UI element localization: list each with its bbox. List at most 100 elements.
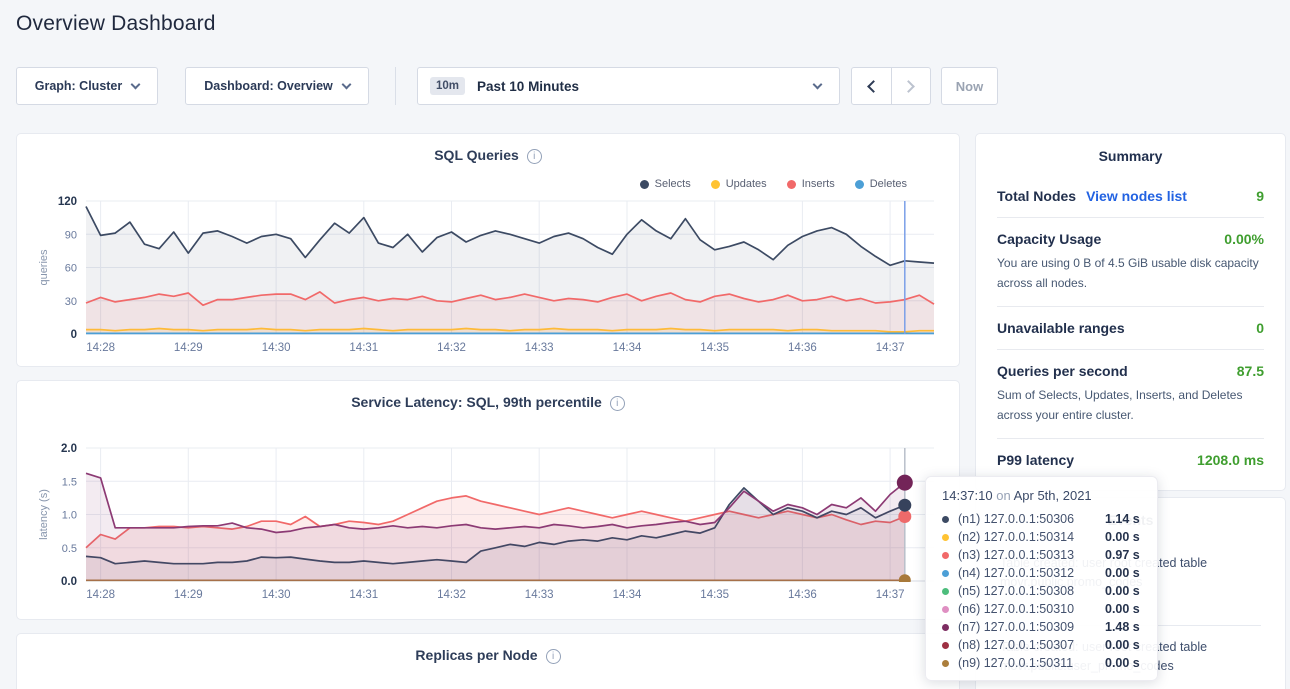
node-latency-value: 1.14 s — [1105, 512, 1140, 526]
svg-text:14:35: 14:35 — [700, 342, 729, 354]
overview-dashboard-page: Overview Dashboard Graph: Cluster Dashbo… — [0, 0, 1290, 689]
summary-panel: Summary Total Nodes View nodes list 9 Ca… — [975, 133, 1286, 491]
svg-text:14:29: 14:29 — [174, 342, 203, 354]
tooltip-node-row: (n2) 127.0.0.1:503140.00 s — [942, 528, 1141, 546]
tooltip-node-row: (n7) 127.0.0.1:503091.48 s — [942, 618, 1141, 636]
capacity-usage-value: 0.00% — [1224, 231, 1264, 247]
chart-title-text: SQL Queries — [434, 147, 519, 163]
node-address: (n7) 127.0.0.1:50309 — [958, 620, 1105, 634]
chevron-left-icon — [867, 80, 880, 93]
legend-label: Deletes — [870, 178, 907, 190]
svg-text:14:30: 14:30 — [262, 342, 291, 354]
dashboard-dropdown[interactable]: Dashboard: Overview — [185, 67, 369, 105]
unavailable-ranges-label: Unavailable ranges — [997, 320, 1125, 336]
summary-row-capacity: Capacity Usage 0.00% You are using 0 B o… — [997, 231, 1264, 293]
time-next-button[interactable] — [892, 68, 931, 104]
tooltip-node-row: (n8) 127.0.0.1:503070.00 s — [942, 636, 1141, 654]
capacity-usage-desc: You are using 0 B of 4.5 GiB usable disk… — [997, 253, 1264, 293]
svg-text:0.5: 0.5 — [62, 543, 77, 555]
svg-text:14:37: 14:37 — [876, 589, 905, 601]
time-prev-button[interactable] — [852, 68, 892, 104]
info-icon[interactable]: i — [610, 396, 625, 411]
replicas-per-node-title: Replicas per Node i — [17, 647, 959, 664]
svg-text:14:36: 14:36 — [788, 589, 817, 601]
svg-text:latency (s): latency (s) — [38, 489, 50, 540]
sql-queries-chart[interactable]: 030609012014:2814:2914:3014:3114:3214:33… — [17, 196, 961, 361]
summary-divider — [997, 438, 1264, 439]
unavailable-ranges-value: 0 — [1256, 320, 1264, 336]
tooltip-date: Apr 5th, 2021 — [1014, 488, 1092, 503]
time-nav-group — [851, 67, 931, 105]
svg-text:14:32: 14:32 — [437, 342, 466, 354]
svg-text:queries: queries — [38, 249, 50, 286]
svg-text:14:33: 14:33 — [525, 589, 554, 601]
node-color-dot — [942, 606, 949, 613]
node-latency-value: 0.00 s — [1105, 584, 1140, 598]
graph-dropdown[interactable]: Graph: Cluster — [16, 67, 158, 105]
time-range-dropdown[interactable]: 10m Past 10 Minutes — [417, 67, 840, 105]
legend-dot — [711, 180, 720, 189]
legend-dot — [787, 180, 796, 189]
service-latency-card: Service Latency: SQL, 99th percentilei 0… — [16, 380, 960, 620]
sql-queries-title: SQL Queries i — [17, 147, 959, 164]
node-latency-value: 0.00 s — [1105, 530, 1140, 544]
chart-hover-tooltip: 14:37:10 on Apr 5th, 2021 (n1) 127.0.0.1… — [925, 476, 1158, 681]
svg-text:14:29: 14:29 — [174, 589, 203, 601]
info-icon[interactable]: i — [546, 649, 561, 664]
node-address: (n6) 127.0.0.1:50310 — [958, 602, 1105, 616]
service-latency-title: Service Latency: SQL, 99th percentilei — [17, 394, 959, 411]
node-color-dot — [942, 516, 949, 523]
capacity-usage-label: Capacity Usage — [997, 231, 1101, 247]
node-color-dot — [942, 624, 949, 631]
summary-row-unavailable-ranges: Unavailable ranges 0 — [997, 320, 1264, 336]
chart-title-text: Replicas per Node — [415, 647, 537, 663]
now-button[interactable]: Now — [941, 67, 998, 105]
node-latency-value: 0.00 s — [1105, 638, 1140, 652]
graph-dropdown-label: Graph: Cluster — [35, 79, 123, 93]
svg-text:1.5: 1.5 — [62, 476, 77, 488]
node-latency-value: 0.00 s — [1105, 602, 1140, 616]
p99-latency-label: P99 latency — [997, 452, 1074, 468]
node-address: (n5) 127.0.0.1:50308 — [958, 584, 1105, 598]
node-address: (n8) 127.0.0.1:50307 — [958, 638, 1105, 652]
chevron-down-icon — [341, 80, 351, 90]
svg-text:14:34: 14:34 — [613, 342, 642, 354]
info-icon[interactable]: i — [527, 149, 542, 164]
svg-text:14:31: 14:31 — [349, 342, 378, 354]
legend-item-selects[interactable]: Selects — [640, 178, 691, 190]
queries-per-second-label: Queries per second — [997, 363, 1128, 379]
node-address: (n3) 127.0.0.1:50313 — [958, 548, 1105, 562]
service-latency-chart[interactable]: 0.00.51.01.52.014:2814:2914:3014:3114:32… — [17, 443, 961, 608]
legend-label: Inserts — [802, 178, 835, 190]
node-color-dot — [942, 552, 949, 559]
summary-row-qps: Queries per second 87.5 Sum of Selects, … — [997, 363, 1264, 425]
chevron-down-icon — [131, 80, 141, 90]
replicas-per-node-card: Replicas per Node i — [16, 633, 960, 689]
time-range-badge: 10m — [430, 77, 465, 95]
node-latency-value: 0.00 s — [1105, 656, 1140, 670]
toolbar-divider — [395, 67, 396, 105]
tooltip-timestamp: 14:37:10 on Apr 5th, 2021 — [942, 488, 1141, 503]
summary-row-p99: P99 latency 1208.0 ms — [997, 452, 1264, 468]
chevron-down-icon — [813, 80, 823, 90]
queries-per-second-value: 87.5 — [1237, 363, 1264, 379]
node-latency-value: 1.48 s — [1105, 620, 1140, 634]
view-nodes-list-link[interactable]: View nodes list — [1086, 188, 1187, 204]
svg-text:14:37: 14:37 — [876, 342, 905, 354]
svg-text:14:28: 14:28 — [86, 589, 115, 601]
svg-text:14:35: 14:35 — [700, 589, 729, 601]
node-color-dot — [942, 588, 949, 595]
summary-row-total-nodes: Total Nodes View nodes list 9 — [997, 188, 1264, 204]
svg-text:1.0: 1.0 — [62, 510, 77, 522]
svg-text:30: 30 — [65, 296, 77, 308]
total-nodes-label: Total Nodes — [997, 188, 1076, 204]
node-address: (n1) 127.0.0.1:50306 — [958, 512, 1105, 526]
svg-text:14:32: 14:32 — [437, 589, 466, 601]
legend-item-updates[interactable]: Updates — [711, 178, 767, 190]
legend-label: Updates — [726, 178, 767, 190]
summary-divider — [997, 217, 1264, 218]
legend-item-inserts[interactable]: Inserts — [787, 178, 835, 190]
svg-text:120: 120 — [58, 196, 77, 208]
tooltip-node-row: (n1) 127.0.0.1:503061.14 s — [942, 510, 1141, 528]
legend-item-deletes[interactable]: Deletes — [855, 178, 907, 190]
